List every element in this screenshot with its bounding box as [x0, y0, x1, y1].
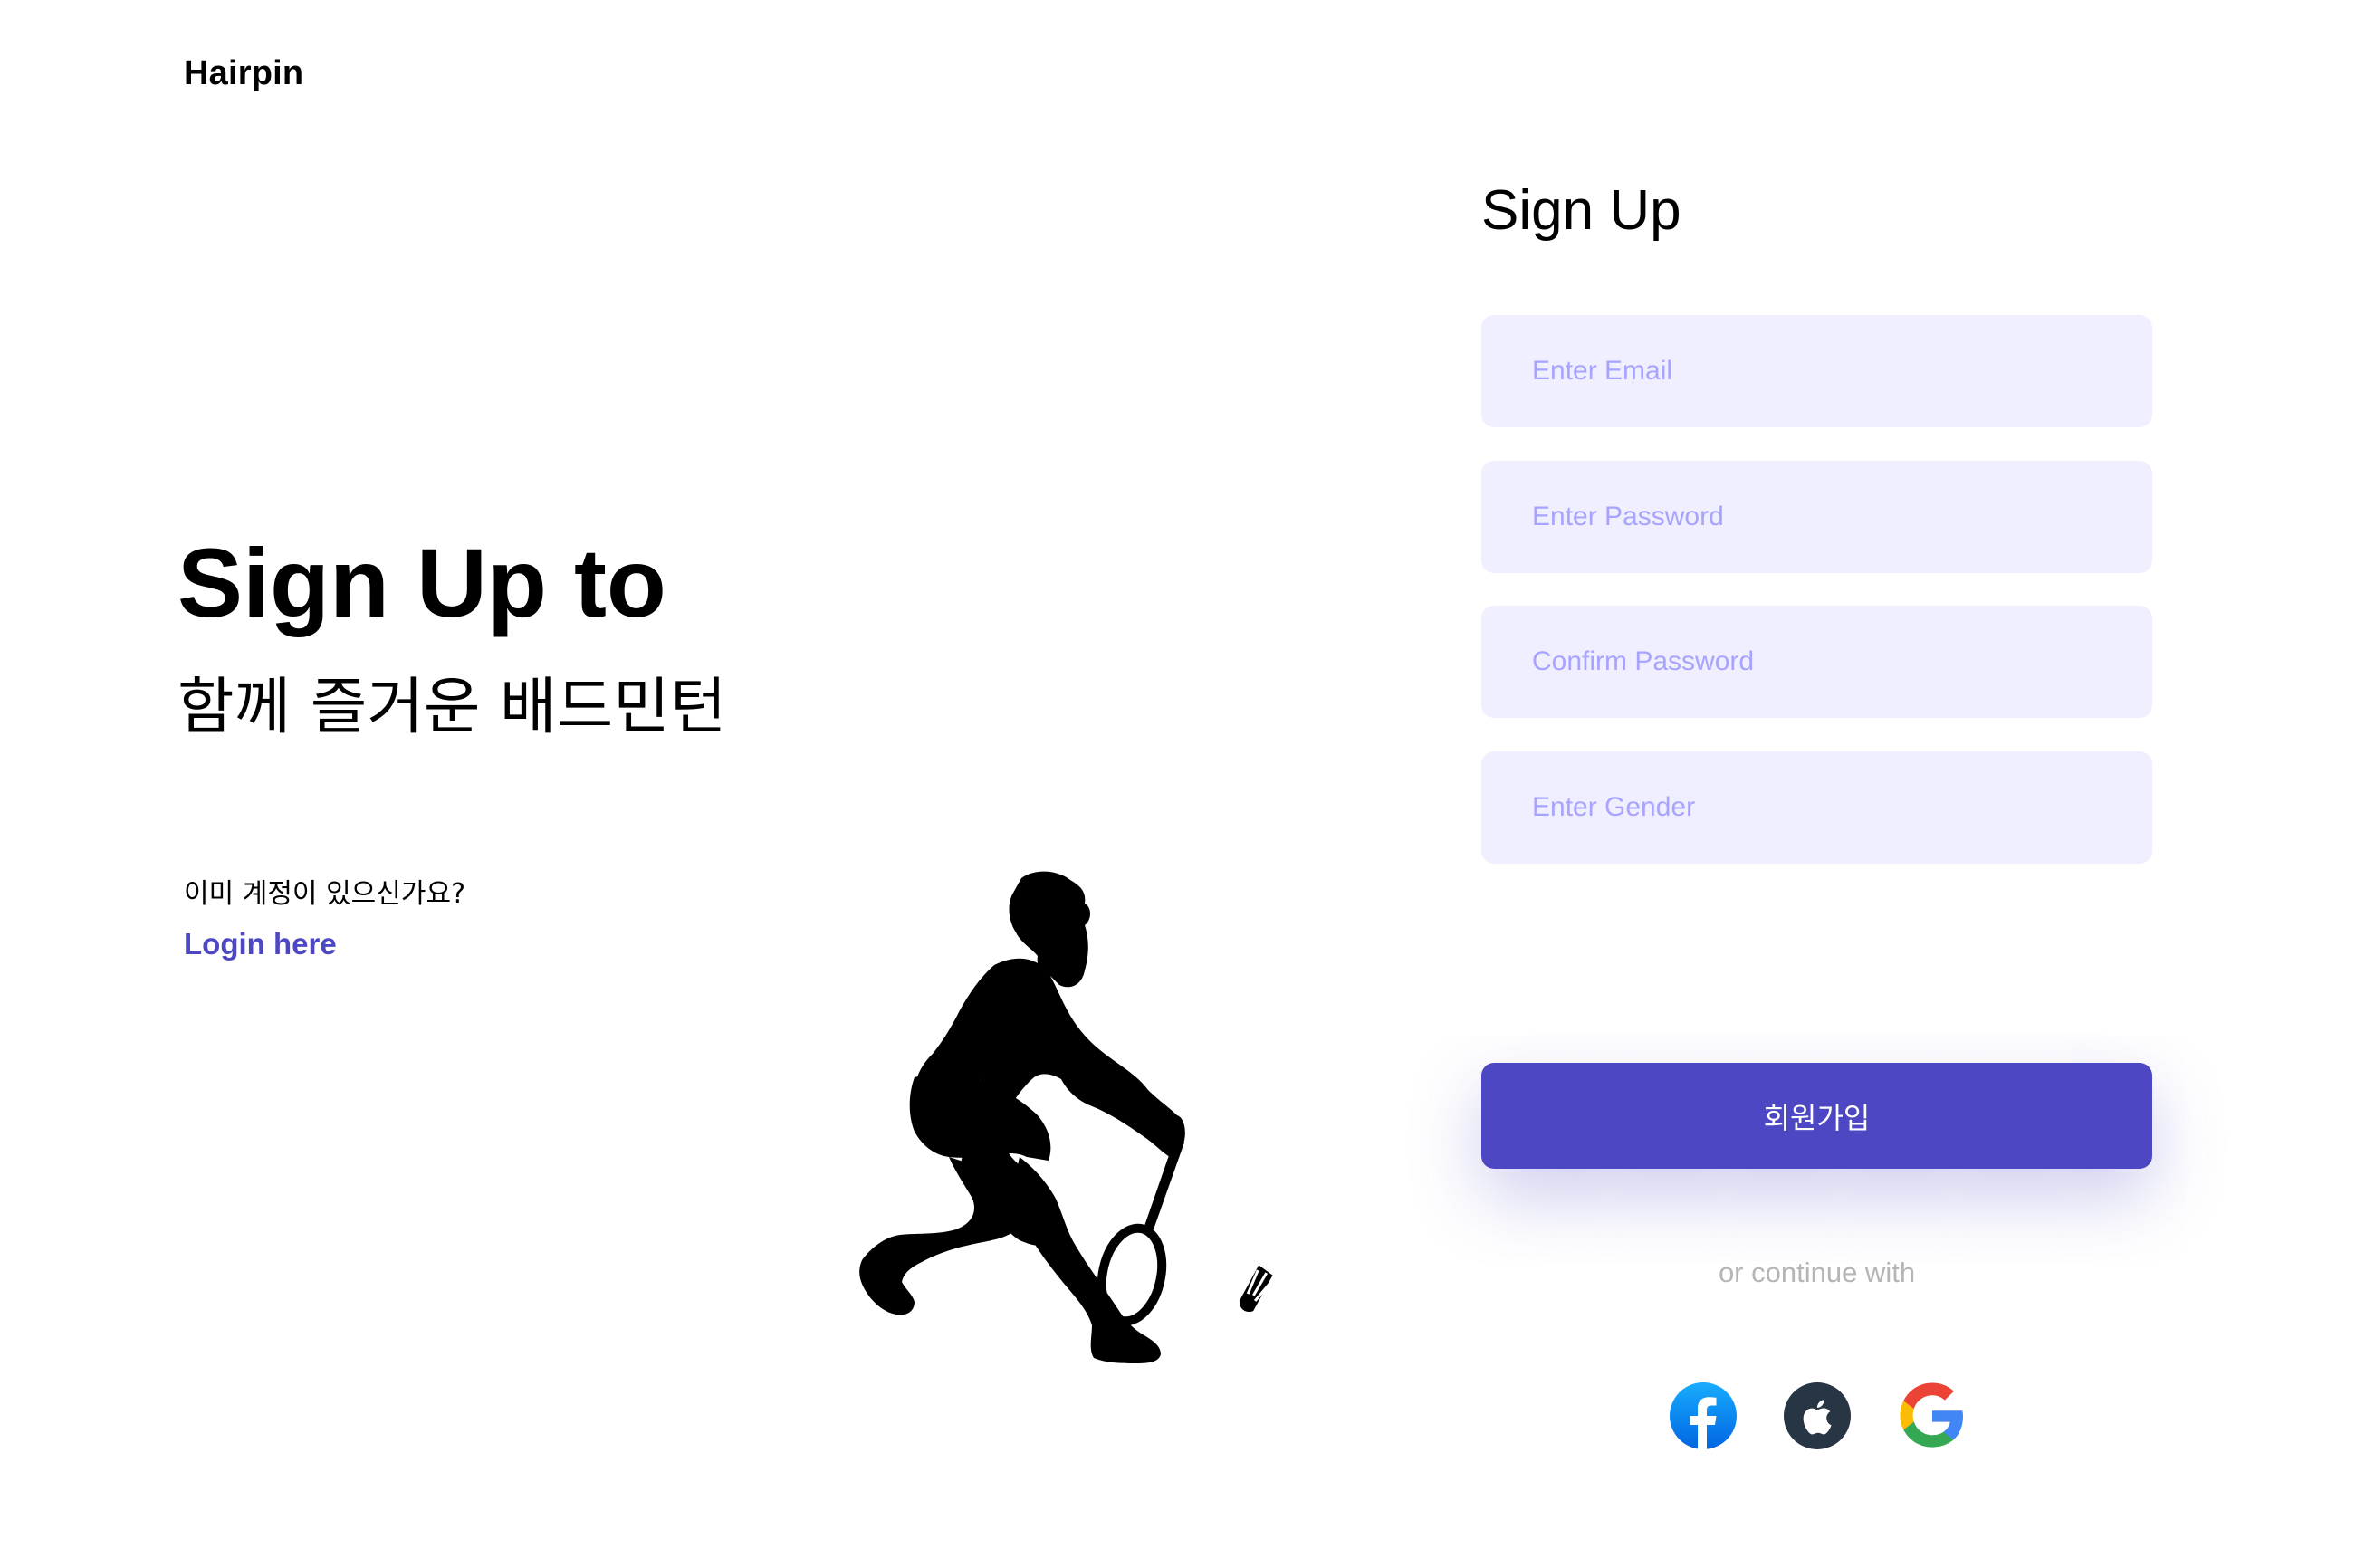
continue-with-text: or continue with [1718, 1257, 1916, 1288]
password-field[interactable] [1481, 461, 2152, 573]
google-icon[interactable] [1897, 1382, 1966, 1450]
email-field[interactable] [1481, 315, 2152, 427]
form-title: Sign Up [1481, 179, 1681, 242]
login-link[interactable]: Login here [184, 927, 337, 961]
brand-logo[interactable]: Hairpin [184, 54, 303, 93]
social-login-group [1669, 1382, 1968, 1450]
badminton-player-illustration [859, 871, 1275, 1363]
hero-title: Sign Up to [177, 528, 666, 637]
apple-icon[interactable] [1783, 1382, 1852, 1450]
facebook-icon[interactable] [1669, 1382, 1738, 1450]
gender-field[interactable] [1481, 751, 2152, 864]
hero-subtitle: 함께 즐거운 배드민턴 [177, 672, 727, 743]
confirm-password-field[interactable] [1481, 606, 2152, 718]
signup-submit-button[interactable]: 회원가입 [1481, 1063, 2152, 1169]
signup-page: Hairpin Sign Up to 함께 즐거운 배드민턴 이미 계정이 있으… [0, 0, 2356, 1568]
has-account-text: 이미 계정이 있으신가요? [184, 878, 465, 910]
